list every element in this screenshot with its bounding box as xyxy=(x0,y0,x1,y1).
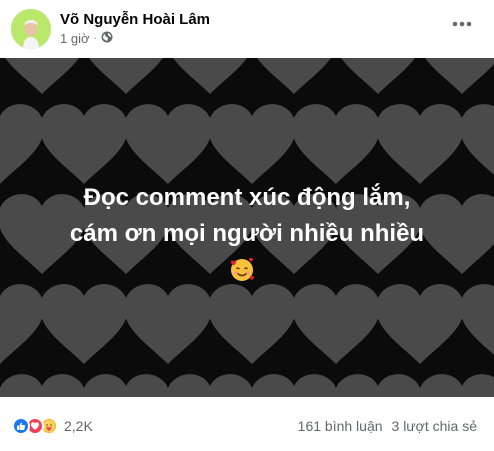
heart-shape xyxy=(40,104,128,184)
heart-shape xyxy=(376,104,464,184)
author-name[interactable]: Võ Nguyễn Hoài Lâm xyxy=(60,11,210,28)
like-icon xyxy=(12,417,30,435)
caption-line-2: cám ơn mọi người nhiều nhiều xyxy=(69,220,425,247)
heart-shape xyxy=(40,284,128,364)
heart-shape xyxy=(292,104,380,184)
smiling-face-with-hearts-icon xyxy=(228,256,256,284)
post-image[interactable]: Đọc comment xúc động lắm, cám ơn mọi ngư… xyxy=(0,58,494,397)
heart-shape xyxy=(0,58,2,94)
separator-dot: · xyxy=(93,32,97,44)
facebook-post: Võ Nguyễn Hoài Lâm 1 giờ · Đọc comment x… xyxy=(0,0,494,451)
shares-count[interactable]: 3 lượt chia sẻ xyxy=(392,418,477,434)
heart-shape xyxy=(425,58,494,94)
reactions-summary[interactable]: 2,2K xyxy=(12,416,93,436)
heart-shape xyxy=(292,284,380,364)
heart-shape xyxy=(460,284,494,355)
heart-shape xyxy=(460,104,494,175)
heart-shape xyxy=(334,374,422,397)
heart-shape xyxy=(82,374,170,397)
heart-shape xyxy=(376,284,464,364)
heart-shape xyxy=(5,58,79,94)
comments-count[interactable]: 161 bình luận xyxy=(298,418,383,434)
heart-shape xyxy=(341,58,415,94)
heart-shape xyxy=(0,374,86,397)
more-options-button[interactable] xyxy=(452,14,472,34)
heart-shape xyxy=(89,58,163,94)
globe-icon[interactable] xyxy=(101,31,113,46)
heart-shape xyxy=(173,58,247,94)
heart-shape xyxy=(208,104,296,184)
heart-shape xyxy=(208,284,296,364)
reaction-count[interactable]: 2,2K xyxy=(64,418,93,434)
heart-shape xyxy=(124,284,212,364)
heart-shape xyxy=(257,58,331,94)
heart-shape xyxy=(418,374,494,397)
heart-shape xyxy=(0,104,44,184)
heart-shape xyxy=(0,284,44,364)
author-avatar[interactable] xyxy=(11,9,51,49)
post-footer: 2,2K 161 bình luận 3 lượt chia sẻ xyxy=(0,397,494,451)
heart-shape xyxy=(166,374,254,397)
post-time[interactable]: 1 giờ xyxy=(60,31,90,46)
heart-shape xyxy=(250,374,338,397)
post-meta: 1 giờ · xyxy=(60,30,113,46)
engagement-stats: 161 bình luận 3 lượt chia sẻ xyxy=(298,416,477,436)
heart-shape xyxy=(124,104,212,184)
image-caption: Đọc comment xúc động lắm, cám ơn mọi ngư… xyxy=(0,180,494,252)
caption-line-1: Đọc comment xúc động lắm, xyxy=(83,184,411,211)
post-header: Võ Nguyễn Hoài Lâm 1 giờ · xyxy=(0,0,494,58)
